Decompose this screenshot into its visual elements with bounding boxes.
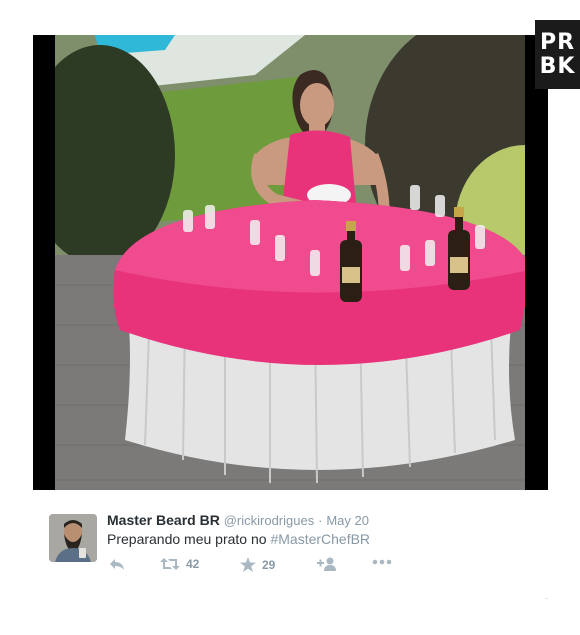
logo-line-2: BK [539,53,576,79]
purebreak-logo: PR BK [535,20,580,89]
favorite-icon [240,557,256,572]
tweet-text: Preparando meu prato no #MasterChefBR [107,531,370,547]
hashtag-link[interactable]: #MasterChefBR [270,531,370,547]
tweet-header: Master Beard BR @rickirodrigues · May 20 [107,512,369,528]
avatar-image [49,514,97,562]
retweet-count: 42 [186,557,200,571]
photo-illustration [55,35,525,490]
logo-line-1: PR [539,29,576,55]
more-icon [372,559,392,565]
tweet: Master Beard BR @rickirodrigues · May 20… [49,512,549,582]
tweet-photo-frame [33,35,548,490]
divider-mark [545,598,548,599]
separator-dot: · [318,513,323,528]
tweet-actions: 42 29 [107,557,407,577]
tweet-photo[interactable] [55,35,525,490]
reply-icon [110,559,124,570]
more-button[interactable] [372,559,392,565]
favorite-button[interactable]: 29 [240,557,275,572]
avatar[interactable] [49,514,97,562]
display-name[interactable]: Master Beard BR [107,512,220,528]
follow-icon [317,557,336,571]
follow-button[interactable] [317,557,337,571]
retweet-button[interactable]: 42 [160,557,199,571]
tweet-body: Preparando meu prato no [107,531,267,547]
user-handle[interactable]: @rickirodrigues [224,513,315,528]
favorite-count: 29 [262,557,276,572]
reply-button[interactable] [109,557,125,571]
retweet-icon [160,558,180,570]
tweet-date[interactable]: May 20 [326,513,369,528]
